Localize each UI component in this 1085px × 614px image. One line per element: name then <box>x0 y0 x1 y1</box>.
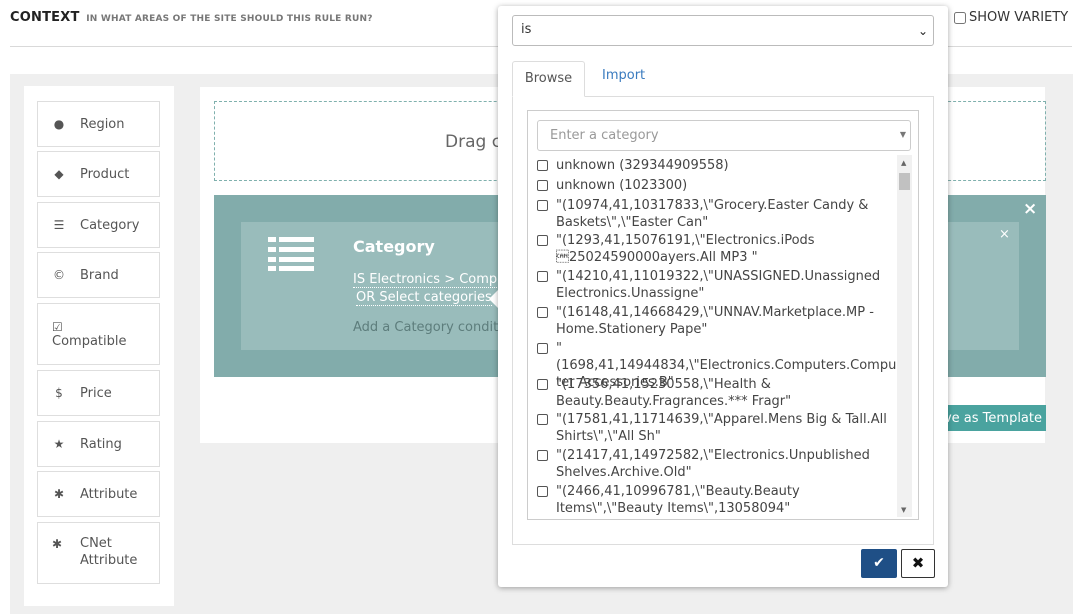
option-label: "(1293,41,15076191,\"Electronics.iPods … <box>556 233 815 265</box>
sidebar-item-cnet-attribute[interactable]: ✱ CNet Attribute <box>37 522 160 584</box>
option-checkbox[interactable] <box>537 343 548 354</box>
browse-tab-panel: Enter a category ▼ unknown (329344909558… <box>512 96 934 545</box>
context-title: CONTEXT IN WHAT AREAS OF THE SITE SHOULD… <box>10 10 373 25</box>
option-checkbox[interactable] <box>537 180 548 191</box>
copyright-icon: © <box>53 268 65 282</box>
caret-down-icon: ▼ <box>899 130 906 139</box>
list-icon: ☰ <box>53 218 65 232</box>
sidebar-item-product[interactable]: ◆ Product <box>37 151 160 197</box>
remove-condition-icon[interactable]: × <box>999 227 1010 242</box>
asterisk-icon: ✱ <box>52 537 63 551</box>
list-item[interactable]: "(2466,41,10996781,\"Beauty.Beauty Items… <box>537 483 897 515</box>
option-label: "(17356,41,15230558,\"Health & Beauty.Be… <box>556 377 792 409</box>
list-item[interactable]: "(21417,41,14972582,\"Electronics.Unpubl… <box>537 447 897 481</box>
sidebar-item-attribute[interactable]: ✱ Attribute <box>37 471 160 517</box>
condition-is-link[interactable]: IS Electronics > Comput <box>353 272 511 288</box>
context-subtitle: IN WHAT AREAS OF THE SITE SHOULD THIS RU… <box>86 14 373 24</box>
condition-type-sidebar: ● Region ◆ Product ☰ Category © Brand ☑ … <box>24 86 174 606</box>
popover-arrow <box>489 290 498 308</box>
sidebar-item-brand[interactable]: © Brand <box>37 252 160 298</box>
sidebar-item-rating[interactable]: ★ Rating <box>37 421 160 467</box>
dollar-icon: $ <box>55 386 63 400</box>
tab-browse[interactable]: Browse <box>512 61 585 97</box>
sidebar-item-label: Attribute <box>80 486 138 502</box>
sidebar-item-label: CNet Attribute <box>80 536 138 568</box>
option-checkbox[interactable] <box>537 486 548 497</box>
category-list-icon <box>268 237 314 271</box>
operator-value: is <box>521 22 532 37</box>
category-browser: Enter a category ▼ unknown (329344909558… <box>527 110 919 520</box>
asterisk-icon: ✱ <box>53 487 65 501</box>
option-checkbox[interactable] <box>537 160 548 171</box>
option-label: unknown (1023300) <box>556 178 688 193</box>
option-label: "(21417,41,14972582,\"Electronics.Unpubl… <box>556 448 870 480</box>
sidebar-item-label: Compatible <box>52 333 127 349</box>
option-checkbox[interactable] <box>537 379 548 390</box>
list-item[interactable]: unknown (329344909558) <box>537 157 897 174</box>
chevron-down-icon: ⌄ <box>917 24 928 38</box>
tag-icon: ◆ <box>54 167 64 181</box>
sidebar-item-label: Category <box>80 217 140 233</box>
show-variety-label: SHOW VARIETY <box>969 10 1069 25</box>
sidebar-item-label: Brand <box>80 267 119 283</box>
sidebar-item-label: Rating <box>80 436 122 452</box>
drop-zone-text: Drag c <box>445 132 502 152</box>
option-label: unknown (329344909558) <box>556 158 729 173</box>
condition-or-link[interactable]: OR Select categories <box>356 290 492 306</box>
scroll-up-icon[interactable]: ▲ <box>901 159 906 167</box>
sidebar-item-label: Price <box>80 385 112 401</box>
option-label: "(16148,41,14668429,\"UNNAV.Marketplace.… <box>556 305 874 337</box>
option-checkbox[interactable] <box>537 307 548 318</box>
options-scrollbar[interactable]: ▲ ▼ <box>897 155 912 517</box>
category-search-placeholder: Enter a category <box>550 128 659 143</box>
check-square-icon: ☑ <box>52 319 63 334</box>
list-item[interactable]: "(17356,41,15230558,\"Health & Beauty.Be… <box>537 376 897 410</box>
option-checkbox[interactable] <box>537 414 548 425</box>
cancel-button[interactable]: ✖ <box>901 549 935 578</box>
operator-select[interactable]: is ⌄ <box>512 15 934 46</box>
list-item[interactable]: unknown (1023300) <box>537 177 897 194</box>
scrollbar-thumb[interactable] <box>899 173 910 190</box>
category-picker-popover: is ⌄ Browse Import Enter a category ▼ un… <box>498 6 948 587</box>
sidebar-item-price[interactable]: $ Price <box>37 370 160 416</box>
scroll-down-icon[interactable]: ▼ <box>901 506 906 514</box>
option-checkbox[interactable] <box>537 200 548 211</box>
sidebar-item-label: Region <box>80 116 125 132</box>
sidebar-item-compatible[interactable]: ☑ Compatible <box>37 303 160 365</box>
context-heading: CONTEXT <box>10 10 80 25</box>
option-checkbox[interactable] <box>537 271 548 282</box>
globe-icon: ● <box>53 117 65 131</box>
sidebar-item-region[interactable]: ● Region <box>37 101 160 147</box>
show-variety-checkbox[interactable] <box>954 11 966 24</box>
remove-group-icon[interactable]: × <box>1023 199 1037 219</box>
list-item[interactable]: "(1293,41,15076191,\"Electronics.iPods … <box>537 232 897 266</box>
option-label: "(14210,41,11019322,\"UNASSIGNED.Unassig… <box>556 269 881 301</box>
list-item[interactable]: "(16148,41,14668429,\"UNNAV.Marketplace.… <box>537 304 897 338</box>
confirm-button[interactable]: ✔ <box>861 549 897 578</box>
tab-import[interactable]: Import <box>602 68 645 83</box>
option-checkbox[interactable] <box>537 235 548 246</box>
sidebar-item-category[interactable]: ☰ Category <box>37 202 160 248</box>
category-options-list: unknown (329344909558) unknown (1023300)… <box>537 155 897 515</box>
option-label: "(10974,41,10317833,\"Grocery.Easter Can… <box>556 198 869 230</box>
condition-title: Category <box>353 237 435 256</box>
list-item[interactable]: "(10974,41,10317833,\"Grocery.Easter Can… <box>537 197 897 231</box>
show-variety-toggle[interactable]: SHOW VARIETY <box>954 10 1068 25</box>
star-icon: ★ <box>53 437 65 451</box>
add-category-condition-link[interactable]: Add a Category conditi <box>353 320 502 335</box>
category-search-input[interactable]: Enter a category ▼ <box>537 120 911 151</box>
option-checkbox[interactable] <box>537 450 548 461</box>
sidebar-item-label: Product <box>80 166 130 182</box>
option-label: "(17581,41,11714639,\"Apparel.Mens Big &… <box>556 412 887 444</box>
list-item[interactable]: "(14210,41,11019322,\"UNASSIGNED.Unassig… <box>537 268 897 302</box>
list-item[interactable]: "(17581,41,11714639,\"Apparel.Mens Big &… <box>537 411 897 445</box>
option-label: "(2466,41,10996781,\"Beauty.Beauty Items… <box>556 484 800 515</box>
